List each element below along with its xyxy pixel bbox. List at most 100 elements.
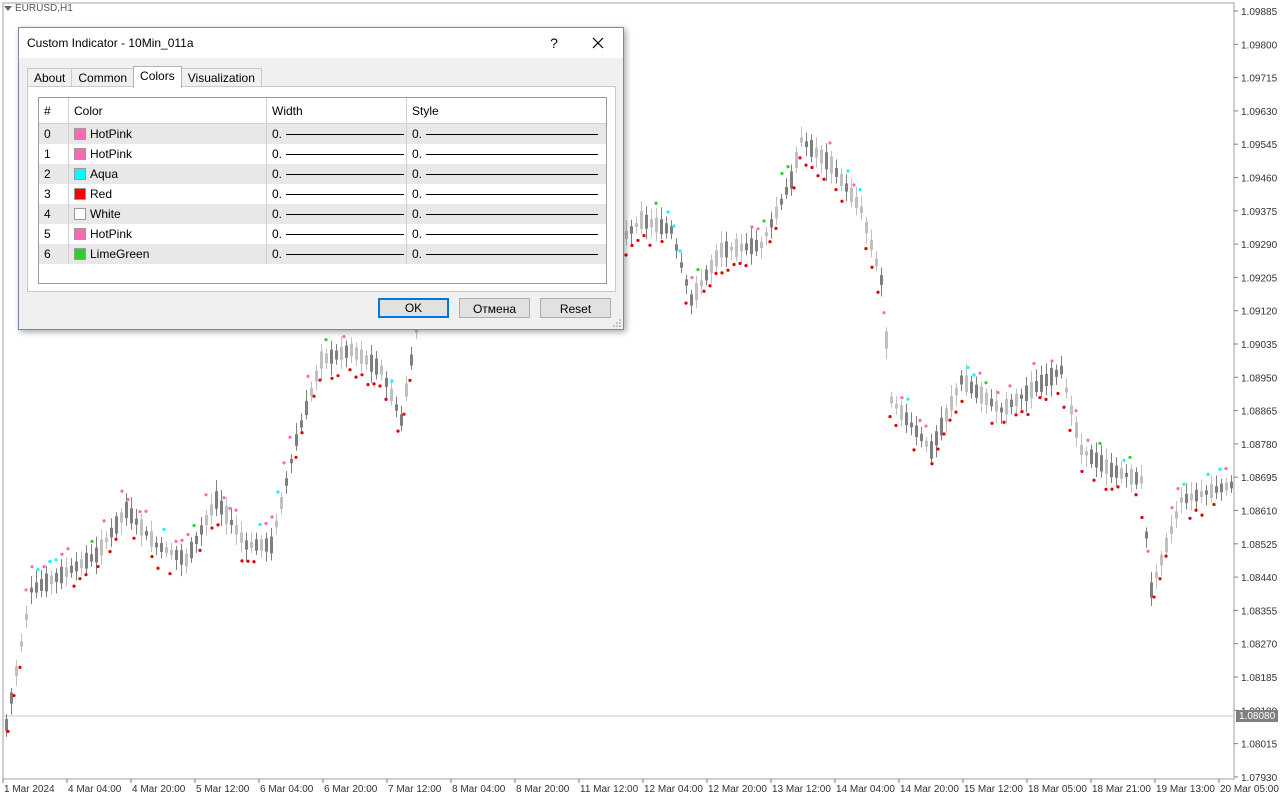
style-value: 0. <box>412 207 423 221</box>
color-cell[interactable]: HotPink <box>69 144 267 164</box>
indicator-dot <box>42 565 46 569</box>
color-cell[interactable]: Aqua <box>69 164 267 184</box>
indicator-dot <box>1152 595 1156 599</box>
candle-body <box>40 579 43 591</box>
style-cell[interactable]: 0. <box>407 124 606 144</box>
candle-body <box>1140 476 1143 484</box>
dialog-titlebar[interactable]: Custom Indicator - 10Min_011a ? <box>19 28 623 58</box>
indicator-dot <box>1044 397 1048 401</box>
indicator-dot <box>1074 409 1078 413</box>
candle-body <box>1180 497 1183 503</box>
candle-body <box>1100 455 1103 472</box>
candle-body <box>955 388 958 396</box>
style-cell[interactable]: 0. <box>407 144 606 164</box>
indicator-dot <box>174 539 178 543</box>
indicator-dot <box>324 338 328 342</box>
indicator-dot <box>780 171 784 176</box>
width-cell[interactable]: 0. <box>267 184 407 204</box>
color-swatch <box>74 188 86 200</box>
indicator-dot <box>846 169 850 173</box>
width-cell[interactable]: 0. <box>267 144 407 164</box>
tab-colors[interactable]: Colors <box>133 66 182 88</box>
indicator-dot <box>192 523 196 528</box>
header-style[interactable]: Style <box>407 98 606 123</box>
indicator-dot <box>738 261 742 266</box>
table-row[interactable]: 1 HotPink 0. 0. <box>39 144 606 164</box>
tab-visualization[interactable]: Visualization <box>180 68 262 87</box>
candle-body <box>855 196 858 209</box>
style-cell[interactable]: 0. <box>407 244 606 264</box>
ok-button[interactable]: OK <box>378 298 449 318</box>
close-icon <box>592 37 604 49</box>
table-row[interactable]: 6 LimeGreen 0. 0. <box>39 244 606 264</box>
indicator-dot <box>378 384 382 388</box>
candle-body <box>285 478 288 486</box>
candle-body <box>60 566 63 584</box>
indicator-dot <box>180 538 184 542</box>
indicator-dot <box>312 394 316 398</box>
candle-body <box>380 365 383 375</box>
color-cell[interactable]: HotPink <box>69 224 267 244</box>
style-cell[interactable]: 0. <box>407 184 606 204</box>
width-cell[interactable]: 0. <box>267 224 407 244</box>
candle-body <box>1110 462 1113 478</box>
indicator-dot <box>792 186 796 190</box>
table-row[interactable]: 2 Aqua 0. 0. <box>39 164 606 184</box>
indicator-dot <box>1092 478 1096 482</box>
close-button[interactable] <box>585 33 611 53</box>
style-cell[interactable]: 0. <box>407 204 606 224</box>
tab-common[interactable]: Common <box>71 68 135 87</box>
header-color[interactable]: Color <box>69 98 267 123</box>
candle-body <box>850 187 853 203</box>
candle-body <box>635 222 638 228</box>
width-cell[interactable]: 0. <box>267 244 407 264</box>
indicator-dot <box>384 397 388 401</box>
candle-body <box>1205 490 1208 495</box>
candle-body <box>175 550 178 560</box>
chevron-down-icon[interactable] <box>4 6 12 11</box>
color-cell[interactable]: LimeGreen <box>69 244 267 264</box>
indicator-dot <box>666 210 670 214</box>
header-width[interactable]: Width <box>267 98 407 123</box>
width-cell[interactable]: 0. <box>267 164 407 184</box>
candle-body <box>355 347 358 360</box>
price-label: 1.09800 <box>1241 40 1278 51</box>
color-cell[interactable]: HotPink <box>69 124 267 144</box>
candle-body <box>360 349 363 364</box>
style-cell[interactable]: 0. <box>407 224 606 244</box>
table-row[interactable]: 0 HotPink 0. 0. <box>39 124 606 144</box>
indicator-dot <box>336 374 340 378</box>
header-index[interactable]: # <box>39 98 69 123</box>
table-row[interactable]: 4 White 0. 0. <box>39 204 606 224</box>
style-cell[interactable]: 0. <box>407 164 606 184</box>
indicator-dot <box>1116 485 1120 489</box>
width-cell[interactable]: 0. <box>267 124 407 144</box>
indicator-dot <box>1008 384 1012 388</box>
cancel-button[interactable]: Отмена <box>459 298 530 318</box>
indicator-dot <box>1062 405 1066 409</box>
width-cell[interactable]: 0. <box>267 204 407 224</box>
indicator-dot <box>1128 455 1132 459</box>
indicator-dot <box>12 693 16 698</box>
table-row[interactable]: 5 HotPink 0. 0. <box>39 224 606 244</box>
price-label: 1.09120 <box>1241 307 1278 318</box>
candle-body <box>385 378 388 387</box>
color-cell[interactable]: Red <box>69 184 267 204</box>
help-button[interactable]: ? <box>543 33 565 53</box>
tab-about[interactable]: About <box>27 68 73 87</box>
indicator-dot <box>630 243 634 248</box>
indicator-dot <box>354 375 358 379</box>
table-row[interactable]: 3 Red 0. 0. <box>39 184 606 204</box>
candle-body <box>260 539 263 551</box>
candle-body <box>75 561 78 572</box>
candle-body <box>270 536 273 554</box>
resize-grip-icon[interactable] <box>613 319 621 327</box>
current-price-label: 1.08080 <box>1239 711 1276 722</box>
candle-body <box>840 174 843 186</box>
reset-button[interactable]: Reset <box>540 298 611 318</box>
color-cell[interactable]: White <box>69 204 267 224</box>
indicator-dot <box>72 584 76 588</box>
candle-body <box>770 219 773 228</box>
candle-body <box>985 392 988 405</box>
indicator-dot <box>996 390 1000 395</box>
